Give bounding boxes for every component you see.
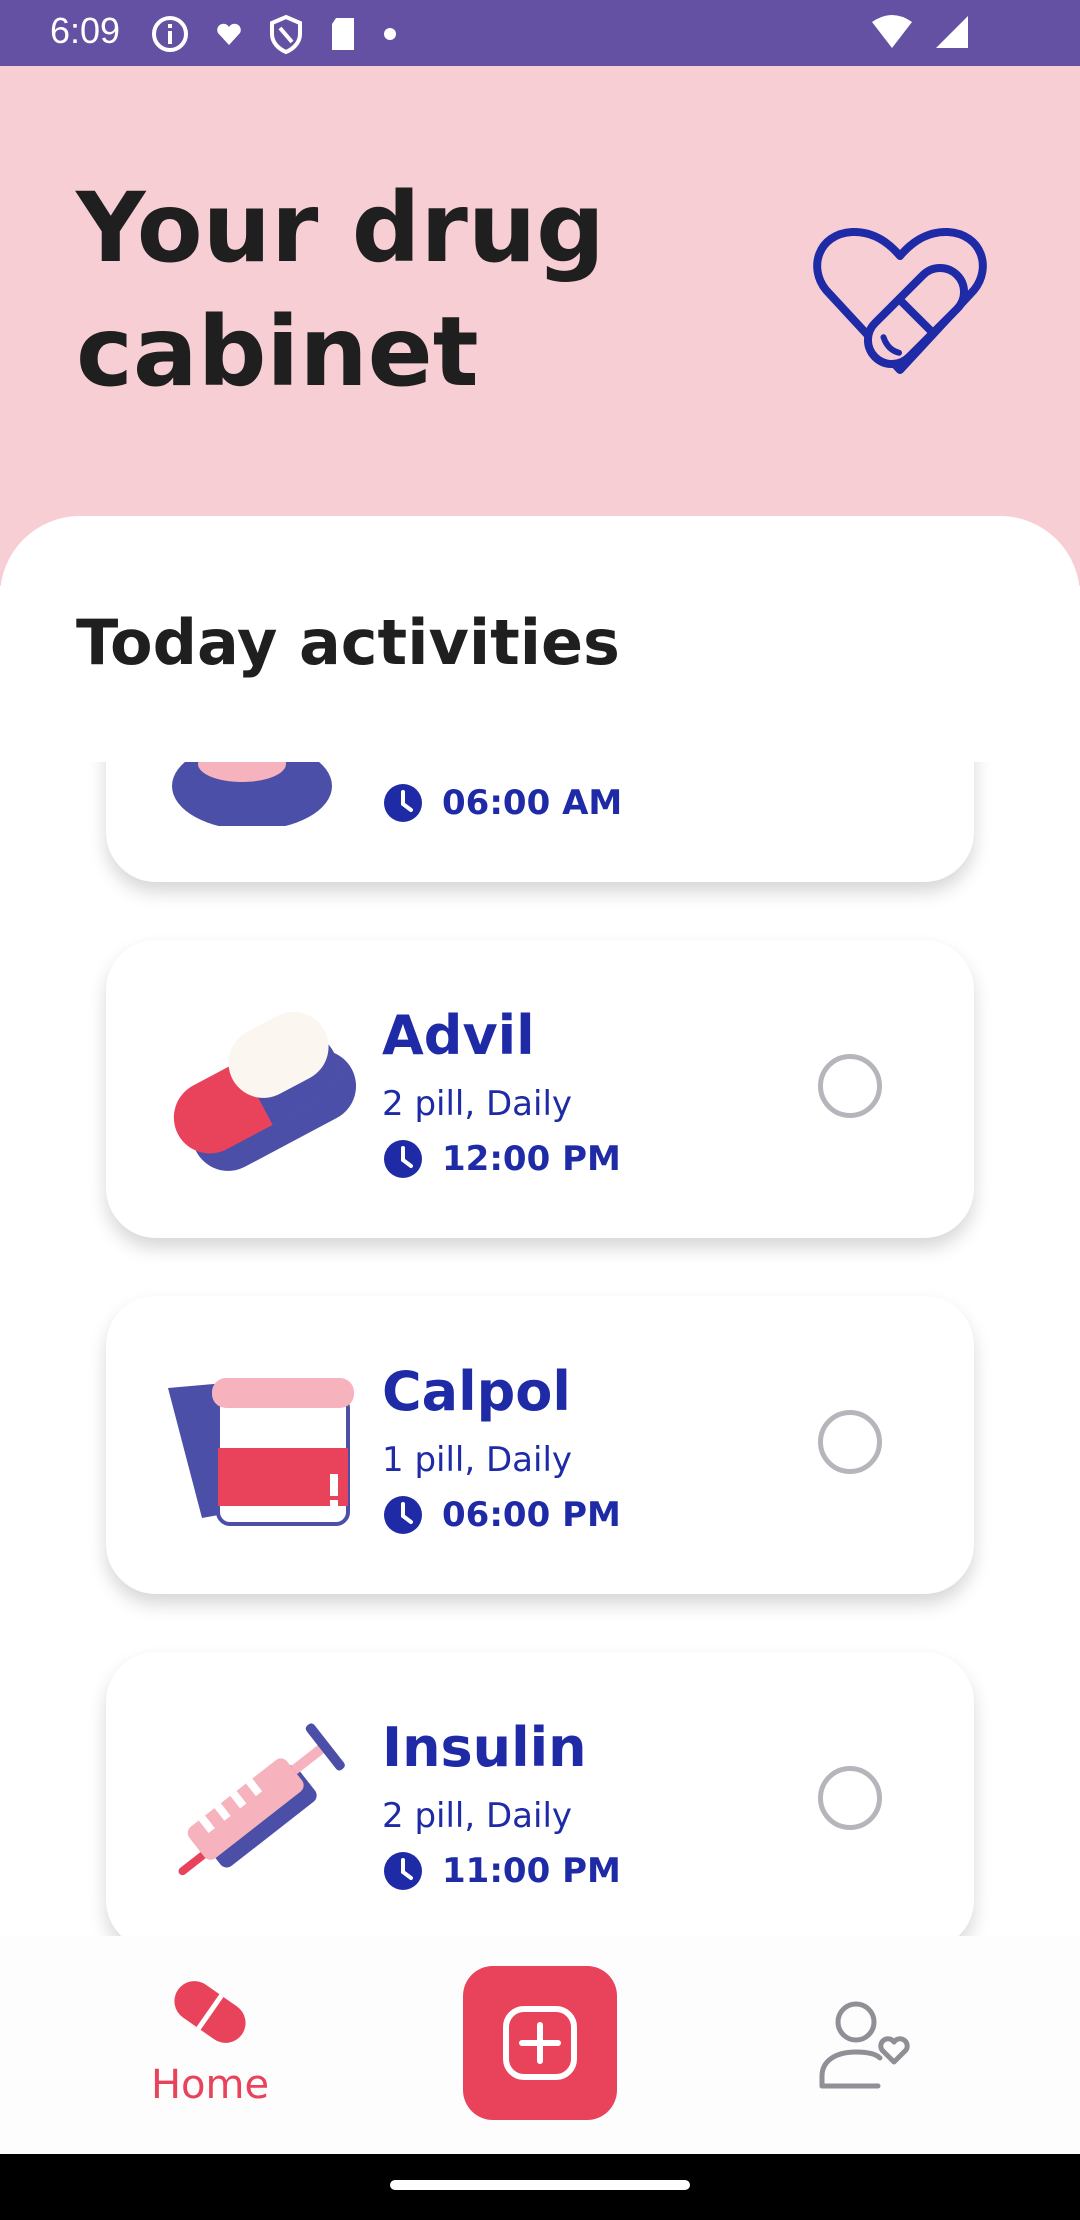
- page-title-line1: Your drug: [76, 172, 605, 284]
- medication-name: Calpol: [382, 1360, 571, 1423]
- wifi-icon: [872, 15, 912, 48]
- medication-card-calpol[interactable]: Calpol 1 pill, Daily 06:00 PM: [106, 1296, 974, 1594]
- clock-icon: [384, 1140, 422, 1178]
- pill-icon: [172, 762, 332, 826]
- medication-dose: 2 pill, Daily: [382, 1084, 573, 1124]
- clock-icon: [384, 1496, 422, 1534]
- pill-icon: [174, 1981, 246, 2043]
- section-title: Today activities: [76, 606, 620, 679]
- heart-pill-icon: [813, 227, 987, 374]
- status-time: 6:09: [50, 10, 121, 51]
- medication-card[interactable]: 06:00 AM: [106, 762, 974, 882]
- nav-home-tab[interactable]: Home: [150, 1972, 270, 2108]
- taken-checkbox[interactable]: [818, 1410, 882, 1474]
- activities-sheet: Today activities 06:00 AM Advil 2 pill, …: [0, 516, 1080, 1936]
- shield-icon: [270, 14, 302, 54]
- header: Your drug cabinet: [0, 66, 1080, 586]
- page-title: Your drug cabinet: [76, 166, 605, 414]
- bottom-nav: Home: [0, 1936, 1080, 2154]
- heart-icon: [217, 23, 241, 45]
- page-title-line2: cabinet: [76, 296, 479, 408]
- add-square-icon: [503, 2006, 577, 2080]
- medication-card-advil[interactable]: Advil 2 pill, Daily 12:00 PM: [106, 940, 974, 1238]
- medication-time-text: 12:00 PM: [442, 1139, 621, 1179]
- medication-time: 11:00 PM: [382, 1850, 621, 1892]
- capsule-icon: [173, 1011, 357, 1171]
- taken-checkbox[interactable]: [818, 1054, 882, 1118]
- medication-time-text: 11:00 PM: [442, 1851, 621, 1891]
- syringe-icon: [178, 1723, 345, 1876]
- medication-time: 06:00 PM: [382, 1494, 621, 1536]
- sd-card-icon: [332, 18, 354, 50]
- clock-icon: [384, 1852, 422, 1890]
- nav-home-label: Home: [150, 2062, 270, 2108]
- info-icon: [152, 16, 188, 52]
- signal-icon: [936, 16, 968, 48]
- medication-card-insulin[interactable]: Insulin 2 pill, Daily 11:00 PM: [106, 1652, 974, 1936]
- clock-icon: [384, 784, 422, 822]
- add-medication-button[interactable]: [463, 1966, 617, 2120]
- gesture-bar: [0, 2154, 1080, 2220]
- status-right: [870, 14, 970, 50]
- medicine-jar-icon: [168, 1378, 354, 1526]
- taken-checkbox[interactable]: [818, 1766, 882, 1830]
- medication-dose: 2 pill, Daily: [382, 1796, 573, 1836]
- medication-name: Insulin: [382, 1716, 587, 1779]
- medication-list[interactable]: 06:00 AM Advil 2 pill, Daily 12:00 PM Ca…: [0, 762, 1080, 1936]
- user-heart-icon[interactable]: [818, 1998, 912, 2090]
- home-gesture-handle[interactable]: [390, 2180, 690, 2190]
- medication-name: Advil: [382, 1004, 535, 1067]
- medication-time-text: 06:00 PM: [442, 1495, 621, 1535]
- medication-time-text: 06:00 AM: [442, 783, 623, 823]
- status-icons: [150, 14, 398, 54]
- medication-time: 06:00 AM: [382, 782, 622, 824]
- medication-dose: 1 pill, Daily: [382, 1440, 573, 1480]
- medication-time: 12:00 PM: [382, 1138, 621, 1180]
- status-bar: 6:09: [0, 0, 1080, 66]
- dot-icon: [384, 28, 396, 40]
